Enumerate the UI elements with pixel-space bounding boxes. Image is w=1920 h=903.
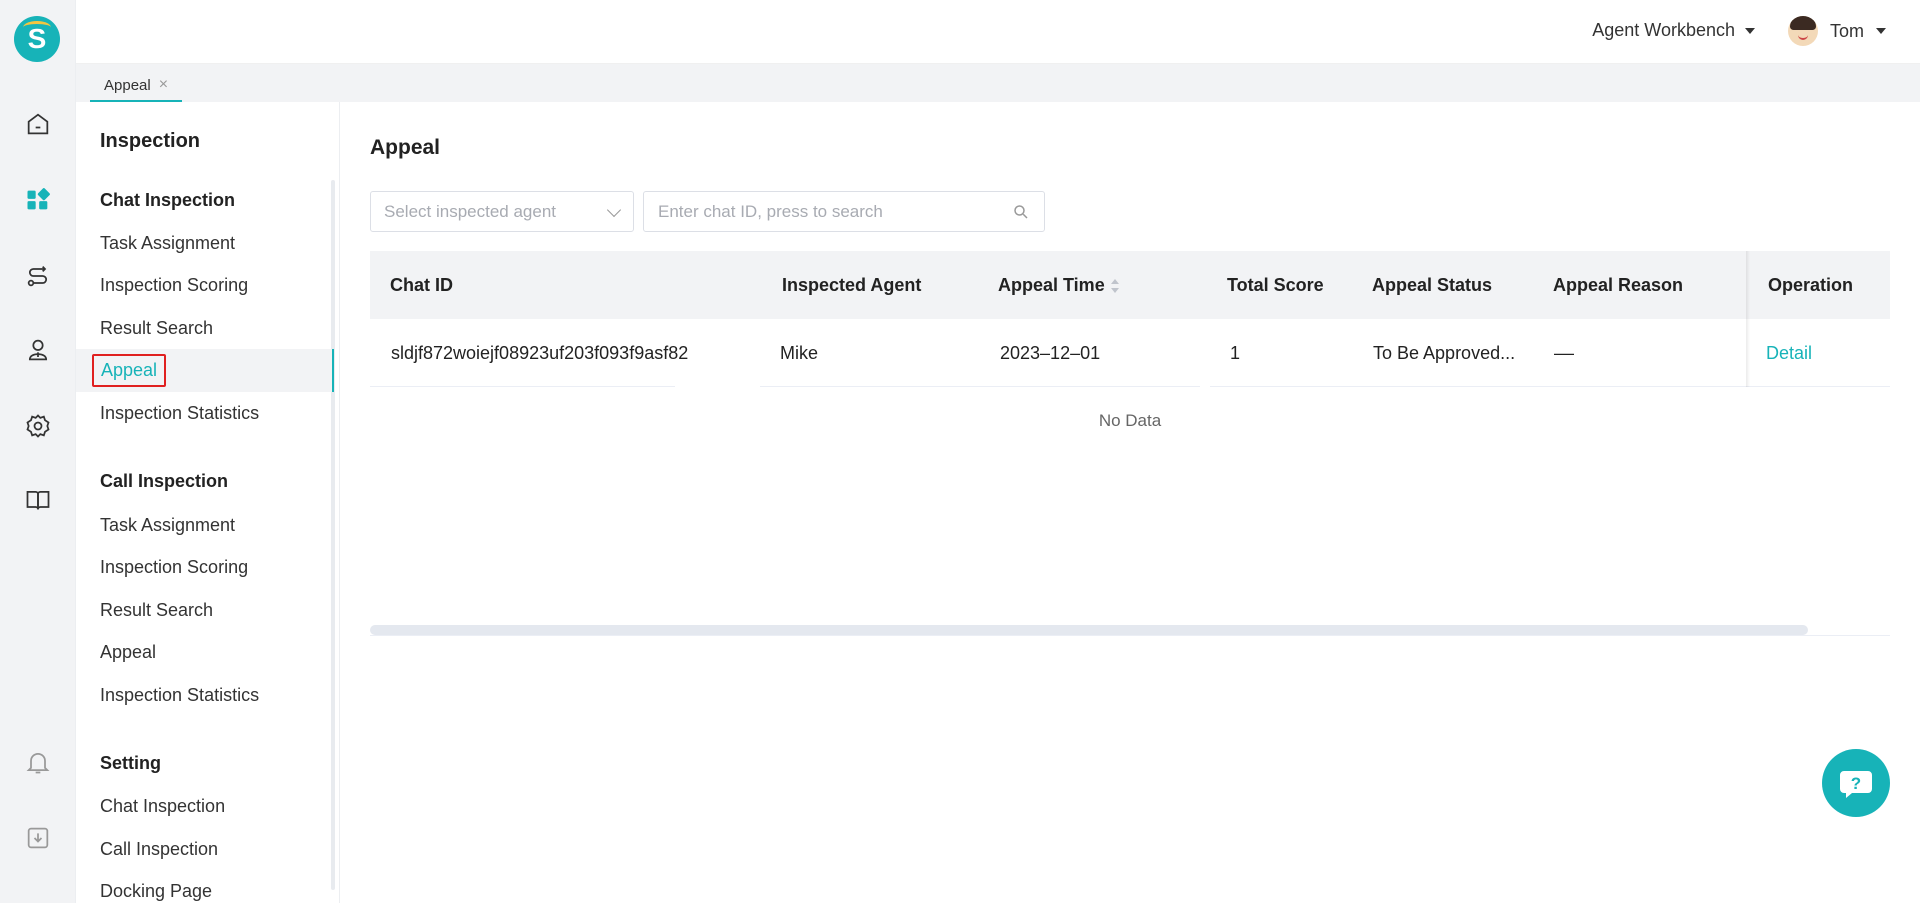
top-bar: Agent Workbench Tom xyxy=(76,0,1920,64)
svg-text:?: ? xyxy=(1851,774,1861,793)
settings-icon[interactable] xyxy=(22,410,54,442)
sidebar-item-inspection-scoring[interactable]: Inspection Scoring xyxy=(100,557,248,578)
column-header-inspected-agent: Inspected Agent xyxy=(782,275,922,295)
main-content: Appeal Select inspected agent Enter chat… xyxy=(340,102,1920,903)
sidebar-title: Inspection xyxy=(100,130,201,152)
avatar xyxy=(1787,16,1818,46)
inspected-agent-cell: Mike xyxy=(780,343,819,363)
appeal-time-label: Appeal Time xyxy=(998,275,1105,295)
group-title-setting: Setting xyxy=(100,753,161,773)
sidebar-item-chat-inspection[interactable]: Chat Inspection xyxy=(100,796,225,817)
fixed-column-shadow xyxy=(1746,251,1750,387)
sidebar-item-task-assignment[interactable]: Task Assignment xyxy=(100,233,235,254)
user-menu[interactable]: Tom xyxy=(1787,16,1886,46)
column-header-appeal-status: Appeal Status xyxy=(1372,275,1493,295)
sidebar-item-task-assignment[interactable]: Task Assignment xyxy=(100,515,235,536)
sidebar-item-inspection-statistics[interactable]: Inspection Statistics xyxy=(100,403,259,424)
sidebar-item-result-search[interactable]: Result Search xyxy=(100,600,213,621)
sidebar-menu: Inspection Chat Inspection Task Assignme… xyxy=(76,102,340,903)
app-logo[interactable]: S xyxy=(14,16,60,62)
sort-icon[interactable] xyxy=(1110,279,1119,294)
empty-state: No Data xyxy=(1098,411,1162,430)
agent-icon[interactable] xyxy=(22,334,54,366)
sidebar-item-docking-page[interactable]: Docking Page xyxy=(100,881,212,902)
column-header-operation: Operation xyxy=(1768,275,1854,295)
search-icon[interactable] xyxy=(1012,203,1030,221)
sidebar-item-inspection-scoring[interactable]: Inspection Scoring xyxy=(100,275,248,296)
help-icon: ? xyxy=(1840,771,1872,798)
routing-icon[interactable] xyxy=(22,260,54,292)
chevron-down-icon xyxy=(1876,28,1886,34)
sidebar-item-call-inspection[interactable]: Call Inspection xyxy=(100,839,218,860)
group-title-call-inspection: Call Inspection xyxy=(100,471,229,491)
table-horizontal-scrollbar[interactable] xyxy=(370,625,1808,635)
home-icon[interactable] xyxy=(22,108,54,140)
workbench-label: Agent Workbench xyxy=(1592,20,1735,40)
logo-letter: S xyxy=(27,23,47,54)
sidebar-item-appeal[interactable]: Appeal xyxy=(100,642,156,663)
sidebar-scrollbar[interactable] xyxy=(331,180,335,890)
column-header-chat-id: Chat ID xyxy=(390,275,453,295)
column-header-appeal-reason: Appeal Reason xyxy=(1553,275,1684,295)
help-button[interactable]: ? xyxy=(1822,749,1890,817)
group-title-chat-inspection: Chat Inspection xyxy=(100,190,236,210)
column-header-appeal-time[interactable]: Appeal Time xyxy=(998,275,1119,296)
chat-id-cell: sldjf872woiejf08923uf203f093f9asf82 xyxy=(391,343,689,363)
close-icon[interactable]: × xyxy=(159,76,168,94)
table-header: Chat ID Inspected Agent Appeal Time Tota… xyxy=(370,251,1890,319)
agent-select-placeholder: Select inspected agent xyxy=(384,201,557,221)
bell-icon[interactable] xyxy=(22,746,54,778)
tab-strip: Appeal × xyxy=(76,64,1920,102)
table-row: sldjf872woiejf08923uf203f093f9asf82 Mike… xyxy=(370,319,1890,387)
workbench-dropdown[interactable]: Agent Workbench xyxy=(1592,20,1755,41)
sidebar-item-inspection-statistics[interactable]: Inspection Statistics xyxy=(100,685,259,706)
left-rail: S xyxy=(0,0,76,903)
chevron-down-icon xyxy=(606,202,622,218)
sidebar-item-result-search[interactable]: Result Search xyxy=(100,318,213,339)
book-icon[interactable] xyxy=(22,484,54,516)
detail-link[interactable]: Detail xyxy=(1766,343,1812,364)
search-placeholder: Enter chat ID, press to search xyxy=(658,201,883,221)
table-bottom-divider xyxy=(370,635,1890,636)
user-name: Tom xyxy=(1829,20,1864,41)
page-title: Appeal xyxy=(370,136,441,159)
sidebar-item-appeal[interactable]: Appeal xyxy=(92,354,167,387)
tab-appeal[interactable]: Appeal × xyxy=(90,70,183,102)
chevron-down-icon xyxy=(1745,27,1755,34)
tab-label: Appeal xyxy=(104,76,151,94)
dashboard-icon[interactable] xyxy=(22,184,54,216)
column-header-total-score: Total Score xyxy=(1227,275,1324,295)
download-icon[interactable] xyxy=(22,822,54,854)
appeal-time-cell: 2023–12–01 xyxy=(1000,343,1101,363)
total-score-cell: 1 xyxy=(1230,343,1241,363)
agent-select[interactable]: Select inspected agent xyxy=(370,191,634,232)
appeal-table: Chat ID Inspected Agent Appeal Time Tota… xyxy=(370,251,1890,636)
appeal-status-cell: To Be Approved... xyxy=(1373,343,1516,363)
chat-id-search-input[interactable]: Enter chat ID, press to search xyxy=(643,191,1045,232)
appeal-reason-cell: –– xyxy=(1554,343,1575,363)
